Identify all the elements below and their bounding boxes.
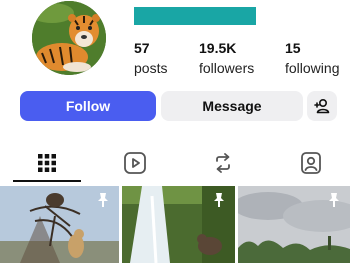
add-person-button[interactable] xyxy=(307,91,337,121)
active-tab-indicator xyxy=(13,180,81,182)
stat-followers[interactable]: 19.5K followers xyxy=(199,40,254,77)
message-button[interactable]: Message xyxy=(161,91,303,121)
following-label: following xyxy=(285,60,340,76)
grid-icon xyxy=(38,154,56,172)
tab-reposts[interactable] xyxy=(208,148,238,178)
posts-label: posts xyxy=(134,60,168,76)
pin-icon xyxy=(329,193,339,207)
tagged-icon xyxy=(301,152,321,174)
grid-post[interactable] xyxy=(122,186,235,263)
stat-following[interactable]: 15 following xyxy=(285,40,339,77)
following-count: 15 xyxy=(285,40,301,56)
tab-reels[interactable] xyxy=(120,148,150,178)
pin-icon xyxy=(98,193,108,207)
message-label: Message xyxy=(202,98,262,114)
follow-button[interactable]: Follow xyxy=(20,91,156,121)
followers-count: 19.5K xyxy=(199,40,237,56)
profile-avatar[interactable] xyxy=(32,1,106,75)
tab-tagged[interactable] xyxy=(296,148,326,178)
follow-label: Follow xyxy=(65,98,111,114)
reels-play-icon xyxy=(124,152,146,174)
add-person-icon xyxy=(314,98,330,114)
grid-post[interactable] xyxy=(0,186,119,263)
grid-post[interactable] xyxy=(238,186,350,263)
followers-label: followers xyxy=(199,60,255,76)
tab-grid[interactable] xyxy=(32,148,62,178)
repost-icon xyxy=(216,153,230,173)
stat-posts[interactable]: 57 posts xyxy=(134,40,167,77)
posts-count: 57 xyxy=(134,40,150,56)
username-bar xyxy=(134,7,256,25)
tiger-icon xyxy=(32,1,106,75)
pin-icon xyxy=(214,193,224,207)
